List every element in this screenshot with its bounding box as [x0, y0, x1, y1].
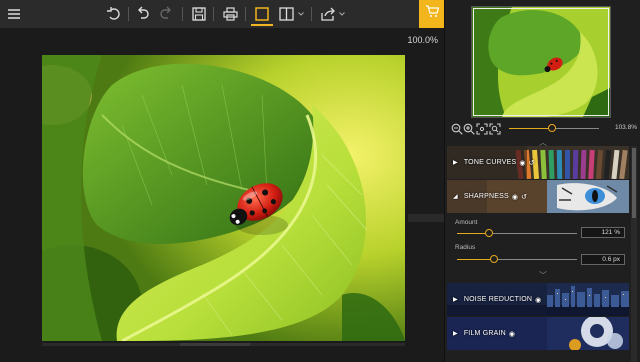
section-noise-reduction[interactable]: ▶ NOISE REDUCTION ◉	[447, 283, 629, 316]
radius-slider-fill	[457, 259, 494, 260]
single-view-icon	[255, 7, 269, 21]
expand-arrow-icon: ▶	[453, 297, 458, 303]
reset-icon[interactable]: ↺	[529, 159, 535, 167]
cart-icon	[425, 5, 439, 23]
expand-arrow-icon: ▶	[453, 331, 458, 337]
section-title: NOISE REDUCTION	[463, 296, 533, 303]
toolbar-separator	[311, 7, 312, 21]
sharpness-controls: Amount 121 % Radius 0.6 px	[447, 214, 629, 274]
save-icon	[192, 7, 206, 21]
fit-to-screen-icon[interactable]	[476, 122, 488, 140]
share-button[interactable]	[319, 4, 337, 24]
toolbar-separator	[213, 7, 214, 21]
chevron-down-icon[interactable]: ﹀	[539, 270, 547, 281]
chevron-down-icon	[298, 12, 304, 16]
undo-icon	[136, 6, 150, 22]
horizontal-scrollbar[interactable]	[42, 343, 405, 346]
toolbar-separator	[128, 7, 129, 21]
share-icon	[320, 7, 336, 21]
radius-label: Radius	[455, 244, 476, 251]
navigator-viewport-frame[interactable]	[473, 8, 609, 116]
actual-size-icon[interactable]	[489, 122, 501, 140]
section-sharpness[interactable]: ◢ SHARPNESS ◉ ↺	[447, 180, 629, 213]
menu-icon	[7, 8, 21, 20]
zoom-percentage: 100.0%	[407, 35, 438, 45]
section-title: TONE CURVES	[463, 159, 517, 166]
undo-button[interactable]	[135, 4, 151, 24]
cart-button[interactable]	[419, 0, 444, 28]
print-icon	[222, 7, 238, 21]
toolbar-separator	[182, 7, 183, 21]
split-view-dropdown[interactable]	[297, 4, 305, 24]
toolbar-separator	[245, 7, 246, 21]
adjustments-panel: 103.8% ︿ ▶ TONE CURVES ◉ ↺ ◢ SHARPNESS ◉…	[444, 0, 640, 362]
redo-button[interactable]	[158, 4, 174, 24]
eye-icon[interactable]: ◉	[512, 193, 518, 201]
active-view-indicator	[251, 24, 273, 26]
panel-scrollbar[interactable]	[631, 146, 637, 362]
amount-value-field[interactable]: 121 %	[581, 227, 625, 238]
section-title: SHARPNESS	[463, 193, 509, 200]
save-button[interactable]	[190, 4, 208, 24]
photo-image[interactable]	[42, 55, 405, 341]
section-tone-curves[interactable]: ▶ TONE CURVES ◉ ↺	[447, 146, 629, 179]
radius-value-field[interactable]: 0.6 px	[581, 254, 625, 265]
zoom-slider-handle[interactable]	[548, 124, 556, 132]
chevron-down-icon	[339, 12, 345, 16]
radius-slider-handle[interactable]	[490, 255, 498, 263]
scrollbar-thumb[interactable]	[632, 148, 636, 218]
redo-icon	[159, 6, 173, 22]
rotate-left-button[interactable]	[105, 4, 123, 24]
reset-icon[interactable]: ↺	[521, 193, 527, 201]
zoom-in-icon[interactable]	[463, 122, 475, 140]
zoom-out-icon[interactable]	[451, 122, 463, 140]
amount-label: Amount	[455, 219, 478, 226]
amount-slider-handle[interactable]	[485, 229, 493, 237]
print-button[interactable]	[221, 4, 239, 24]
rotate-left-icon	[106, 6, 122, 22]
eye-icon[interactable]: ◉	[519, 159, 525, 167]
expand-arrow-icon: ▶	[453, 160, 458, 166]
section-title: FILM GRAIN	[463, 330, 506, 337]
image-canvas[interactable]: 100.0%	[0, 28, 444, 362]
navigator-preview[interactable]	[471, 6, 611, 118]
navigator-zoom-value: 103.8%	[614, 124, 637, 131]
share-dropdown[interactable]	[338, 4, 346, 24]
navigator-zoom-controls: 103.8%	[451, 122, 637, 136]
menu-button[interactable]	[6, 4, 22, 24]
scrollbar-thumb[interactable]	[180, 343, 250, 346]
eye-icon[interactable]: ◉	[509, 330, 515, 338]
eye-icon[interactable]: ◉	[535, 296, 541, 304]
collapse-arrow-icon: ◢	[453, 194, 458, 200]
zoom-slider-fill	[509, 128, 552, 129]
panel-divider-handle[interactable]	[408, 214, 444, 222]
toolbar	[0, 0, 444, 28]
section-film-grain[interactable]: ▶ FILM GRAIN ◉	[447, 317, 629, 350]
split-view-button[interactable]	[277, 4, 295, 24]
single-view-button[interactable]	[253, 4, 271, 24]
split-view-icon	[278, 7, 294, 21]
